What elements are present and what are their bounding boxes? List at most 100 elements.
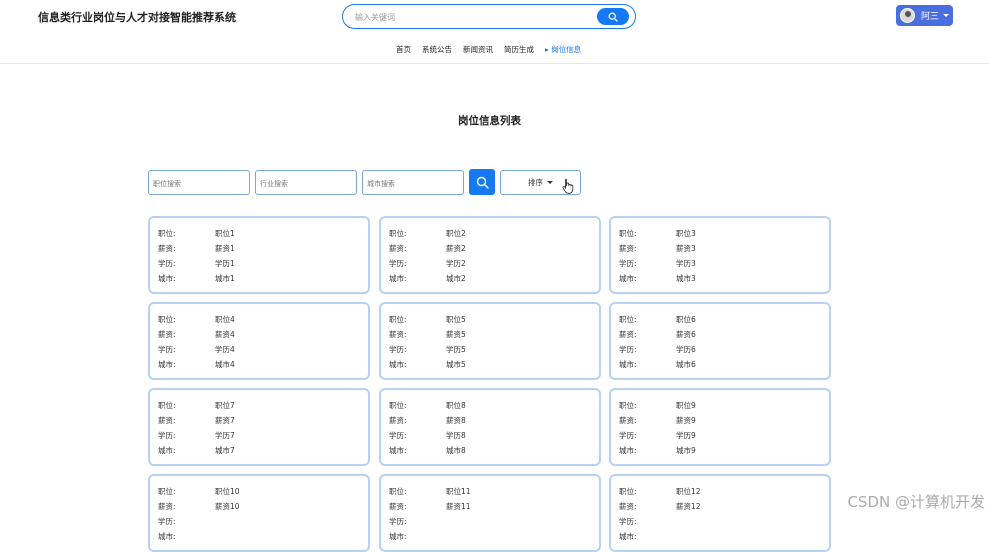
field-value: 职位2 [446, 228, 466, 239]
nav-item-home[interactable]: 首页 [396, 44, 411, 55]
nav-item-resume[interactable]: 简历生成 [504, 44, 534, 55]
card-field-education: 学历:学历5 [389, 344, 589, 354]
search-icon [608, 12, 618, 22]
global-search [342, 4, 636, 29]
industry-filter [255, 170, 357, 195]
nav-item-news[interactable]: 新闻资讯 [463, 44, 493, 55]
card-field-job: 职位:职位7 [158, 400, 358, 410]
field-value: 学历5 [446, 344, 466, 355]
job-card[interactable]: 职位:职位5薪资:薪资5学历:学历5城市:城市5 [379, 302, 601, 380]
card-field-city: 城市:城市9 [619, 445, 819, 455]
card-field-education: 学历: [389, 516, 589, 526]
user-menu-button[interactable]: 阿三 [896, 5, 953, 26]
card-field-city: 城市:城市5 [389, 359, 589, 369]
job-card[interactable]: 职位:职位12薪资:薪资12学历:城市: [609, 474, 831, 552]
field-value: 学历6 [676, 344, 696, 355]
card-field-city: 城市: 城市4 [158, 359, 358, 369]
job-search-input[interactable] [149, 173, 249, 196]
field-label: 薪资: [389, 415, 439, 426]
field-value: 薪资8 [446, 415, 466, 426]
job-card[interactable]: 职位:职位2薪资:薪资2学历:学历2城市:城市2 [379, 216, 601, 294]
field-label: 职位: [158, 400, 208, 411]
industry-search-input[interactable] [256, 173, 356, 196]
card-field-salary: 薪资:薪资3 [619, 243, 819, 253]
field-value: 薪资12 [676, 501, 701, 512]
field-label: 城市: [389, 445, 439, 456]
field-label: 学历: [619, 516, 669, 527]
active-marker-icon: ▸ [545, 45, 549, 54]
field-label: 薪资: [389, 329, 439, 340]
job-card[interactable]: 职位:职位1薪资:薪资1学历:学历1城市:城市1 [148, 216, 370, 294]
field-label: 职位: [619, 314, 669, 325]
city-search-input[interactable] [363, 173, 463, 196]
city-filter [362, 170, 464, 195]
field-label: 学历: [158, 258, 208, 269]
job-card[interactable]: 职位:职位7薪资:薪资7学历:学历7城市:城市7 [148, 388, 370, 466]
field-label: 城市: [389, 531, 439, 542]
card-field-job: 职位:职位9 [619, 400, 819, 410]
field-label: 学历: [389, 258, 439, 269]
job-card[interactable]: 职位:职位4薪资:薪资4学历:学历4城市:城市4 [148, 302, 370, 380]
field-label: 职位: [389, 400, 439, 411]
hand-cursor-icon [562, 178, 574, 194]
field-label: 薪资: [158, 243, 208, 254]
field-value: 职位8 [446, 400, 466, 411]
field-value: 薪资6 [676, 329, 696, 340]
job-card[interactable]: 职位:职位6薪资:薪资6学历:学历6城市:城市6 [609, 302, 831, 380]
job-card[interactable]: 职位:职位9薪资:薪资9学历:学历9城市:城市9 [609, 388, 831, 466]
field-label: 职位: [158, 228, 208, 239]
field-label: 薪资: [158, 415, 208, 426]
card-field-job: 职位: 职位1 [158, 228, 358, 238]
field-value: 职位12 [676, 486, 701, 497]
top-header: 信息类行业岗位与人才对接智能推荐系统 阿三 首页 系统公告 新闻资讯 简历生成 … [0, 0, 989, 64]
field-value: 城市3 [676, 273, 696, 284]
nav-item-jobs-label: 岗位信息 [551, 45, 581, 54]
field-value: 薪资7 [215, 415, 235, 426]
card-field-job: 职位:职位10 [158, 486, 358, 496]
job-card[interactable]: 职位:职位10薪资:薪资10学历:城市: [148, 474, 370, 552]
card-field-city: 城市: [389, 531, 589, 541]
filter-search-button[interactable] [469, 169, 495, 195]
field-value: 学历7 [215, 430, 235, 441]
main-nav: 首页 系统公告 新闻资讯 简历生成 ▸ 岗位信息 [396, 44, 581, 55]
field-value: 学历8 [446, 430, 466, 441]
site-title: 信息类行业岗位与人才对接智能推荐系统 [38, 9, 236, 25]
card-field-city: 城市:城市2 [389, 273, 589, 283]
nav-item-jobs[interactable]: ▸ 岗位信息 [545, 44, 581, 55]
field-value: 学历3 [676, 258, 696, 269]
field-value: 职位1 [215, 228, 235, 239]
field-value: 学历1 [215, 258, 235, 269]
search-button[interactable] [597, 8, 629, 25]
field-value: 职位6 [676, 314, 696, 325]
field-label: 职位: [619, 228, 669, 239]
caret-down-icon [943, 14, 949, 17]
search-icon [476, 176, 489, 189]
caret-down-icon [547, 181, 553, 184]
card-field-salary: 薪资:薪资10 [158, 501, 358, 511]
card-field-city: 城市:城市8 [389, 445, 589, 455]
card-field-education: 学历:学历6 [619, 344, 819, 354]
search-input[interactable] [355, 9, 595, 25]
field-value: 学历2 [446, 258, 466, 269]
card-field-city: 城市: [158, 531, 358, 541]
field-value: 薪资5 [446, 329, 466, 340]
field-label: 职位: [619, 486, 669, 497]
card-field-job: 职位:职位2 [389, 228, 589, 238]
field-label: 薪资: [619, 329, 669, 340]
field-label: 城市: [158, 359, 208, 370]
field-label: 学历: [619, 258, 669, 269]
job-card[interactable]: 职位:职位8薪资:薪资8学历:学历8城市:城市8 [379, 388, 601, 466]
field-value: 城市6 [676, 359, 696, 370]
job-card[interactable]: 职位:职位3薪资:薪资3学历:学历3城市:城市3 [609, 216, 831, 294]
card-field-salary: 薪资: 薪资7 [158, 415, 358, 425]
job-card[interactable]: 职位:职位11薪资:薪资11学历:城市: [379, 474, 601, 552]
field-value: 薪资10 [215, 501, 240, 512]
field-label: 学历: [389, 516, 439, 527]
card-field-salary: 薪资:薪资9 [619, 415, 819, 425]
nav-item-announcements[interactable]: 系统公告 [422, 44, 452, 55]
page-title: 岗位信息列表 [0, 113, 979, 128]
watermark: CSDN @计算机开发 [847, 491, 985, 512]
field-value: 城市4 [215, 359, 235, 370]
field-value: 职位11 [446, 486, 471, 497]
field-value: 薪资11 [446, 501, 471, 512]
